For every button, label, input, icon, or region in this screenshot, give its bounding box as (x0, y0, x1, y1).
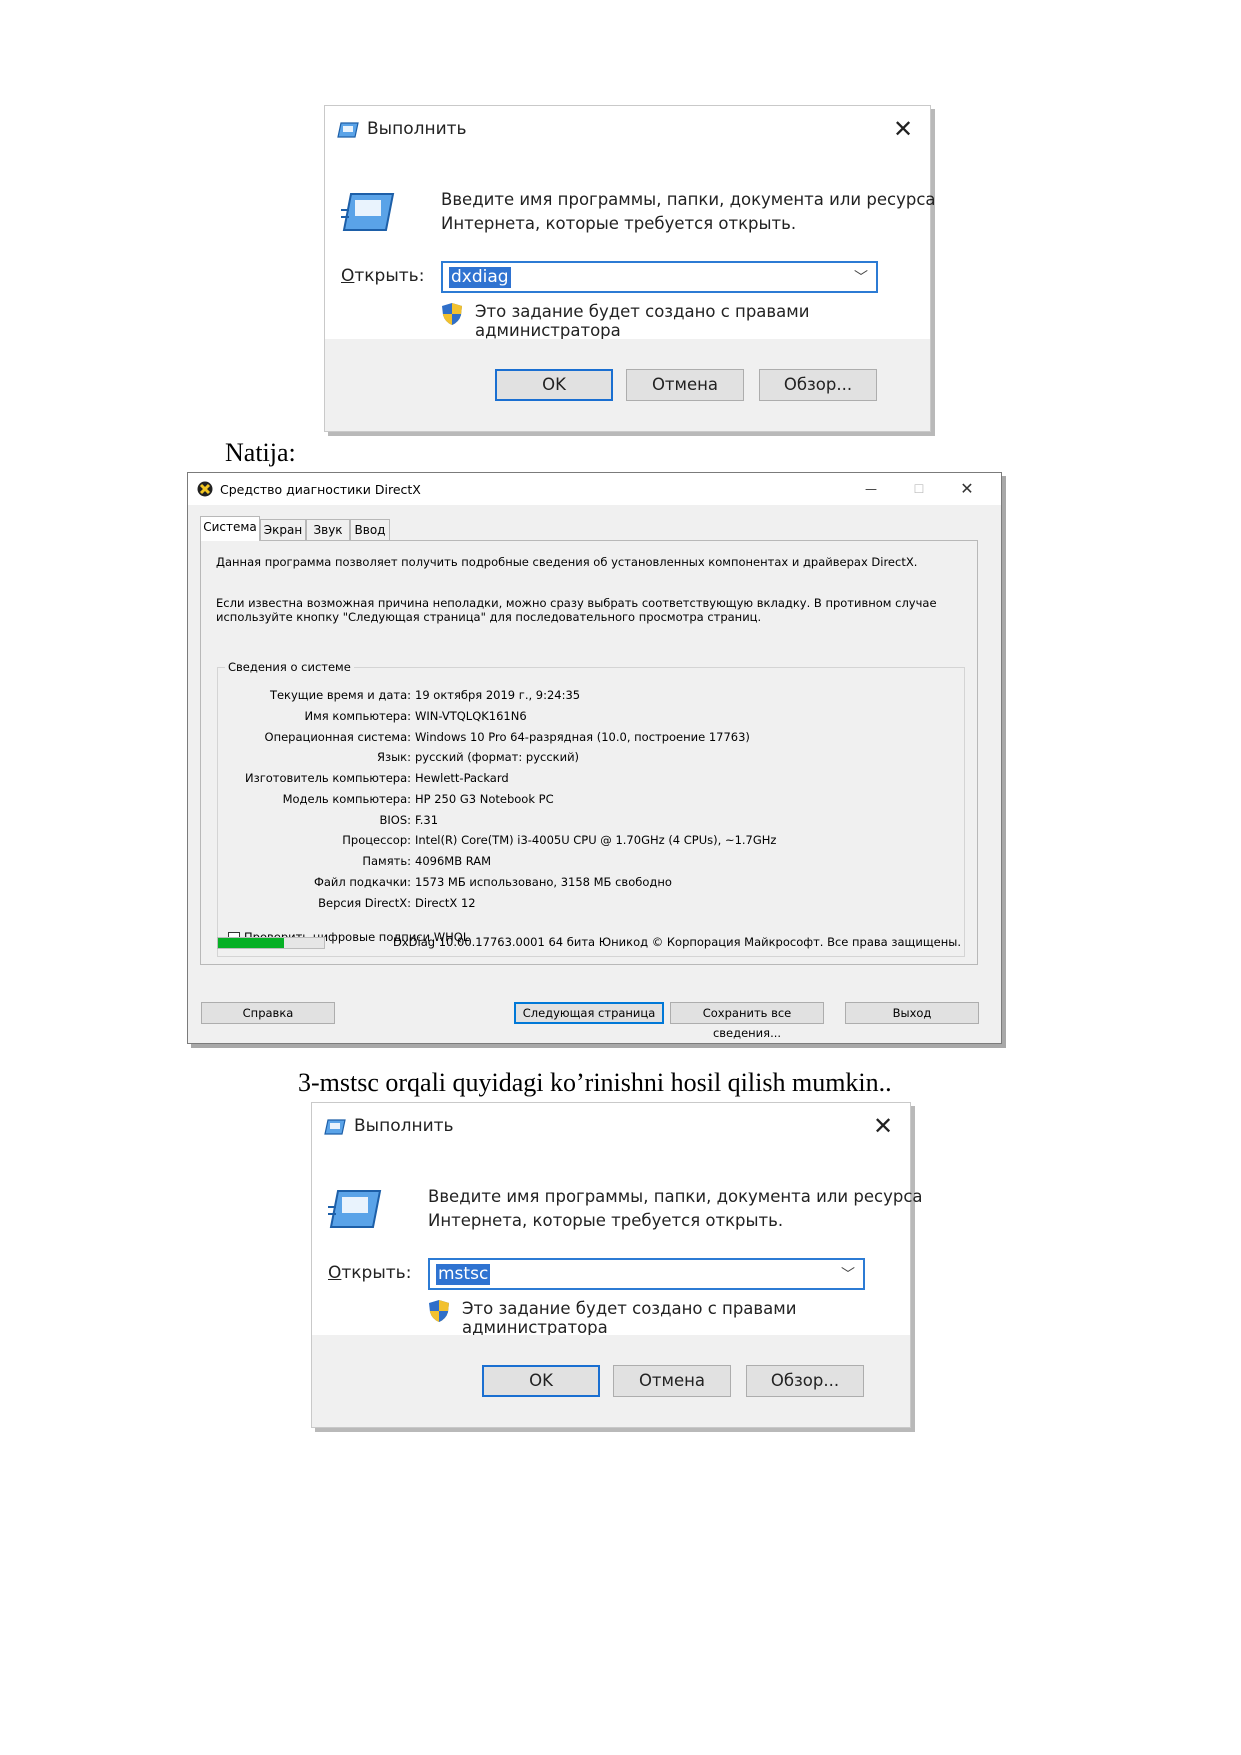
run-footer: OK Отмена Обзор... (312, 1335, 910, 1427)
run-title: Выполнить (354, 1116, 454, 1136)
save-all-button[interactable]: Сохранить все сведения... (670, 1002, 824, 1040)
open-input-value[interactable]: mstsc (436, 1264, 491, 1285)
close-icon[interactable]: ✕ (947, 477, 987, 501)
progress-bar (217, 937, 325, 949)
shield-icon (429, 1300, 449, 1322)
caption-mstsc: 3-mstsc orqali quyidagi ko’rinishni hosi… (298, 1068, 892, 1097)
cancel-button[interactable]: Отмена (613, 1365, 731, 1397)
dxdiag-window: Средство диагностики DirectX — ☐ ✕ Систе… (187, 472, 1002, 1044)
tab-system[interactable]: Система (200, 516, 260, 541)
run-dialog-dxdiag: Выполнить ✕ Введите имя программы, папки… (324, 105, 936, 432)
next-page-button[interactable]: Следующая страница (514, 1002, 664, 1024)
close-icon[interactable]: ✕ (870, 1113, 896, 1139)
system-panel: Данная программа позволяет получить подр… (200, 540, 978, 965)
ok-button[interactable]: OK (482, 1365, 600, 1397)
run-icon (328, 1190, 382, 1228)
info-row: Файл подкачки: 1573 МБ использовано, 3158… (313, 875, 672, 889)
info-row: Операционная система: Windows 10 Pro 64-р… (264, 730, 750, 744)
tab-sound[interactable]: Звук (306, 519, 350, 540)
run-icon (341, 193, 395, 231)
minimize-icon[interactable]: — (851, 477, 891, 501)
admin-note: Это задание будет создано с правами адми… (462, 1299, 797, 1337)
shield-icon (442, 303, 462, 325)
run-footer: OK Отмена Обзор... (325, 339, 930, 431)
run-description: Введите имя программы, папки, документа … (428, 1187, 923, 1230)
ok-button[interactable]: OK (495, 369, 613, 401)
intro-text: Данная программа позволяет получить подр… (216, 555, 918, 569)
run-title-bar: Выполнить ✕ (325, 106, 930, 156)
exit-button[interactable]: Выход (845, 1002, 979, 1024)
open-label: Открыть: (328, 1263, 412, 1283)
dxdiag-title: Средство диагностики DirectX (220, 482, 421, 497)
tab-display[interactable]: Экран (260, 519, 306, 540)
run-icon (324, 1119, 346, 1135)
browse-button[interactable]: Обзор... (759, 369, 877, 401)
chevron-down-icon[interactable]: ﹀ (841, 1264, 855, 1284)
run-description: Введите имя программы, папки, документа … (441, 190, 936, 233)
run-title: Выполнить (367, 119, 467, 139)
chevron-down-icon[interactable]: ﹀ (854, 267, 868, 287)
close-icon[interactable]: ✕ (890, 116, 916, 142)
progress-fill (218, 938, 284, 948)
info-row: Язык: русский (формат: русский) (376, 750, 580, 764)
system-info-group: Сведения о системе Текущие время и дата:… (217, 660, 965, 957)
info-row: Версия DirectX: DirectX 12 (318, 896, 476, 910)
system-info-title: Сведения о системе (225, 660, 354, 674)
info-row: BIOS: F.31 (379, 813, 439, 827)
directx-icon (197, 481, 213, 497)
caption-result: Natija: (225, 438, 296, 467)
copyright-text: DxDiag 10.00.17763.0001 64 бита Юникод ©… (393, 935, 961, 949)
hint-text: Если известна возможная причина неполадк… (216, 596, 937, 624)
help-button[interactable]: Справка (201, 1002, 335, 1024)
info-row: Модель компьютера: HP 250 G3 Notebook PC (282, 792, 554, 806)
open-input-value[interactable]: dxdiag (449, 267, 511, 288)
admin-note: Это задание будет создано с правами адми… (475, 302, 810, 340)
run-dialog-mstsc: Выполнить ✕ Введите имя программы, папки… (311, 1102, 923, 1428)
info-row: Память: 4096MB RAM (362, 854, 492, 868)
info-row: Изготовитель компьютера: Hewlett-Packard (245, 771, 509, 785)
open-combobox[interactable]: mstsc ﹀ (428, 1258, 865, 1290)
tab-input[interactable]: Ввод (350, 519, 390, 540)
browse-button[interactable]: Обзор... (746, 1365, 864, 1397)
info-row: Процессор: Intel(R) Core(TM) i3-4005U CPU… (342, 833, 777, 847)
open-label: Открыть: (341, 266, 425, 286)
run-title-bar: Выполнить ✕ (312, 1103, 910, 1153)
run-icon (337, 122, 359, 138)
cancel-button[interactable]: Отмена (626, 369, 744, 401)
maximize-icon[interactable]: ☐ (899, 477, 939, 501)
info-row: Текущие время и дата: 19 октября 2019 г.,… (269, 688, 581, 702)
open-combobox[interactable]: dxdiag ﹀ (441, 261, 878, 293)
info-row: Имя компьютера: WIN-VTQLQK161N6 (304, 709, 527, 723)
dxdiag-title-bar: Средство диагностики DirectX — ☐ ✕ (188, 473, 1001, 505)
